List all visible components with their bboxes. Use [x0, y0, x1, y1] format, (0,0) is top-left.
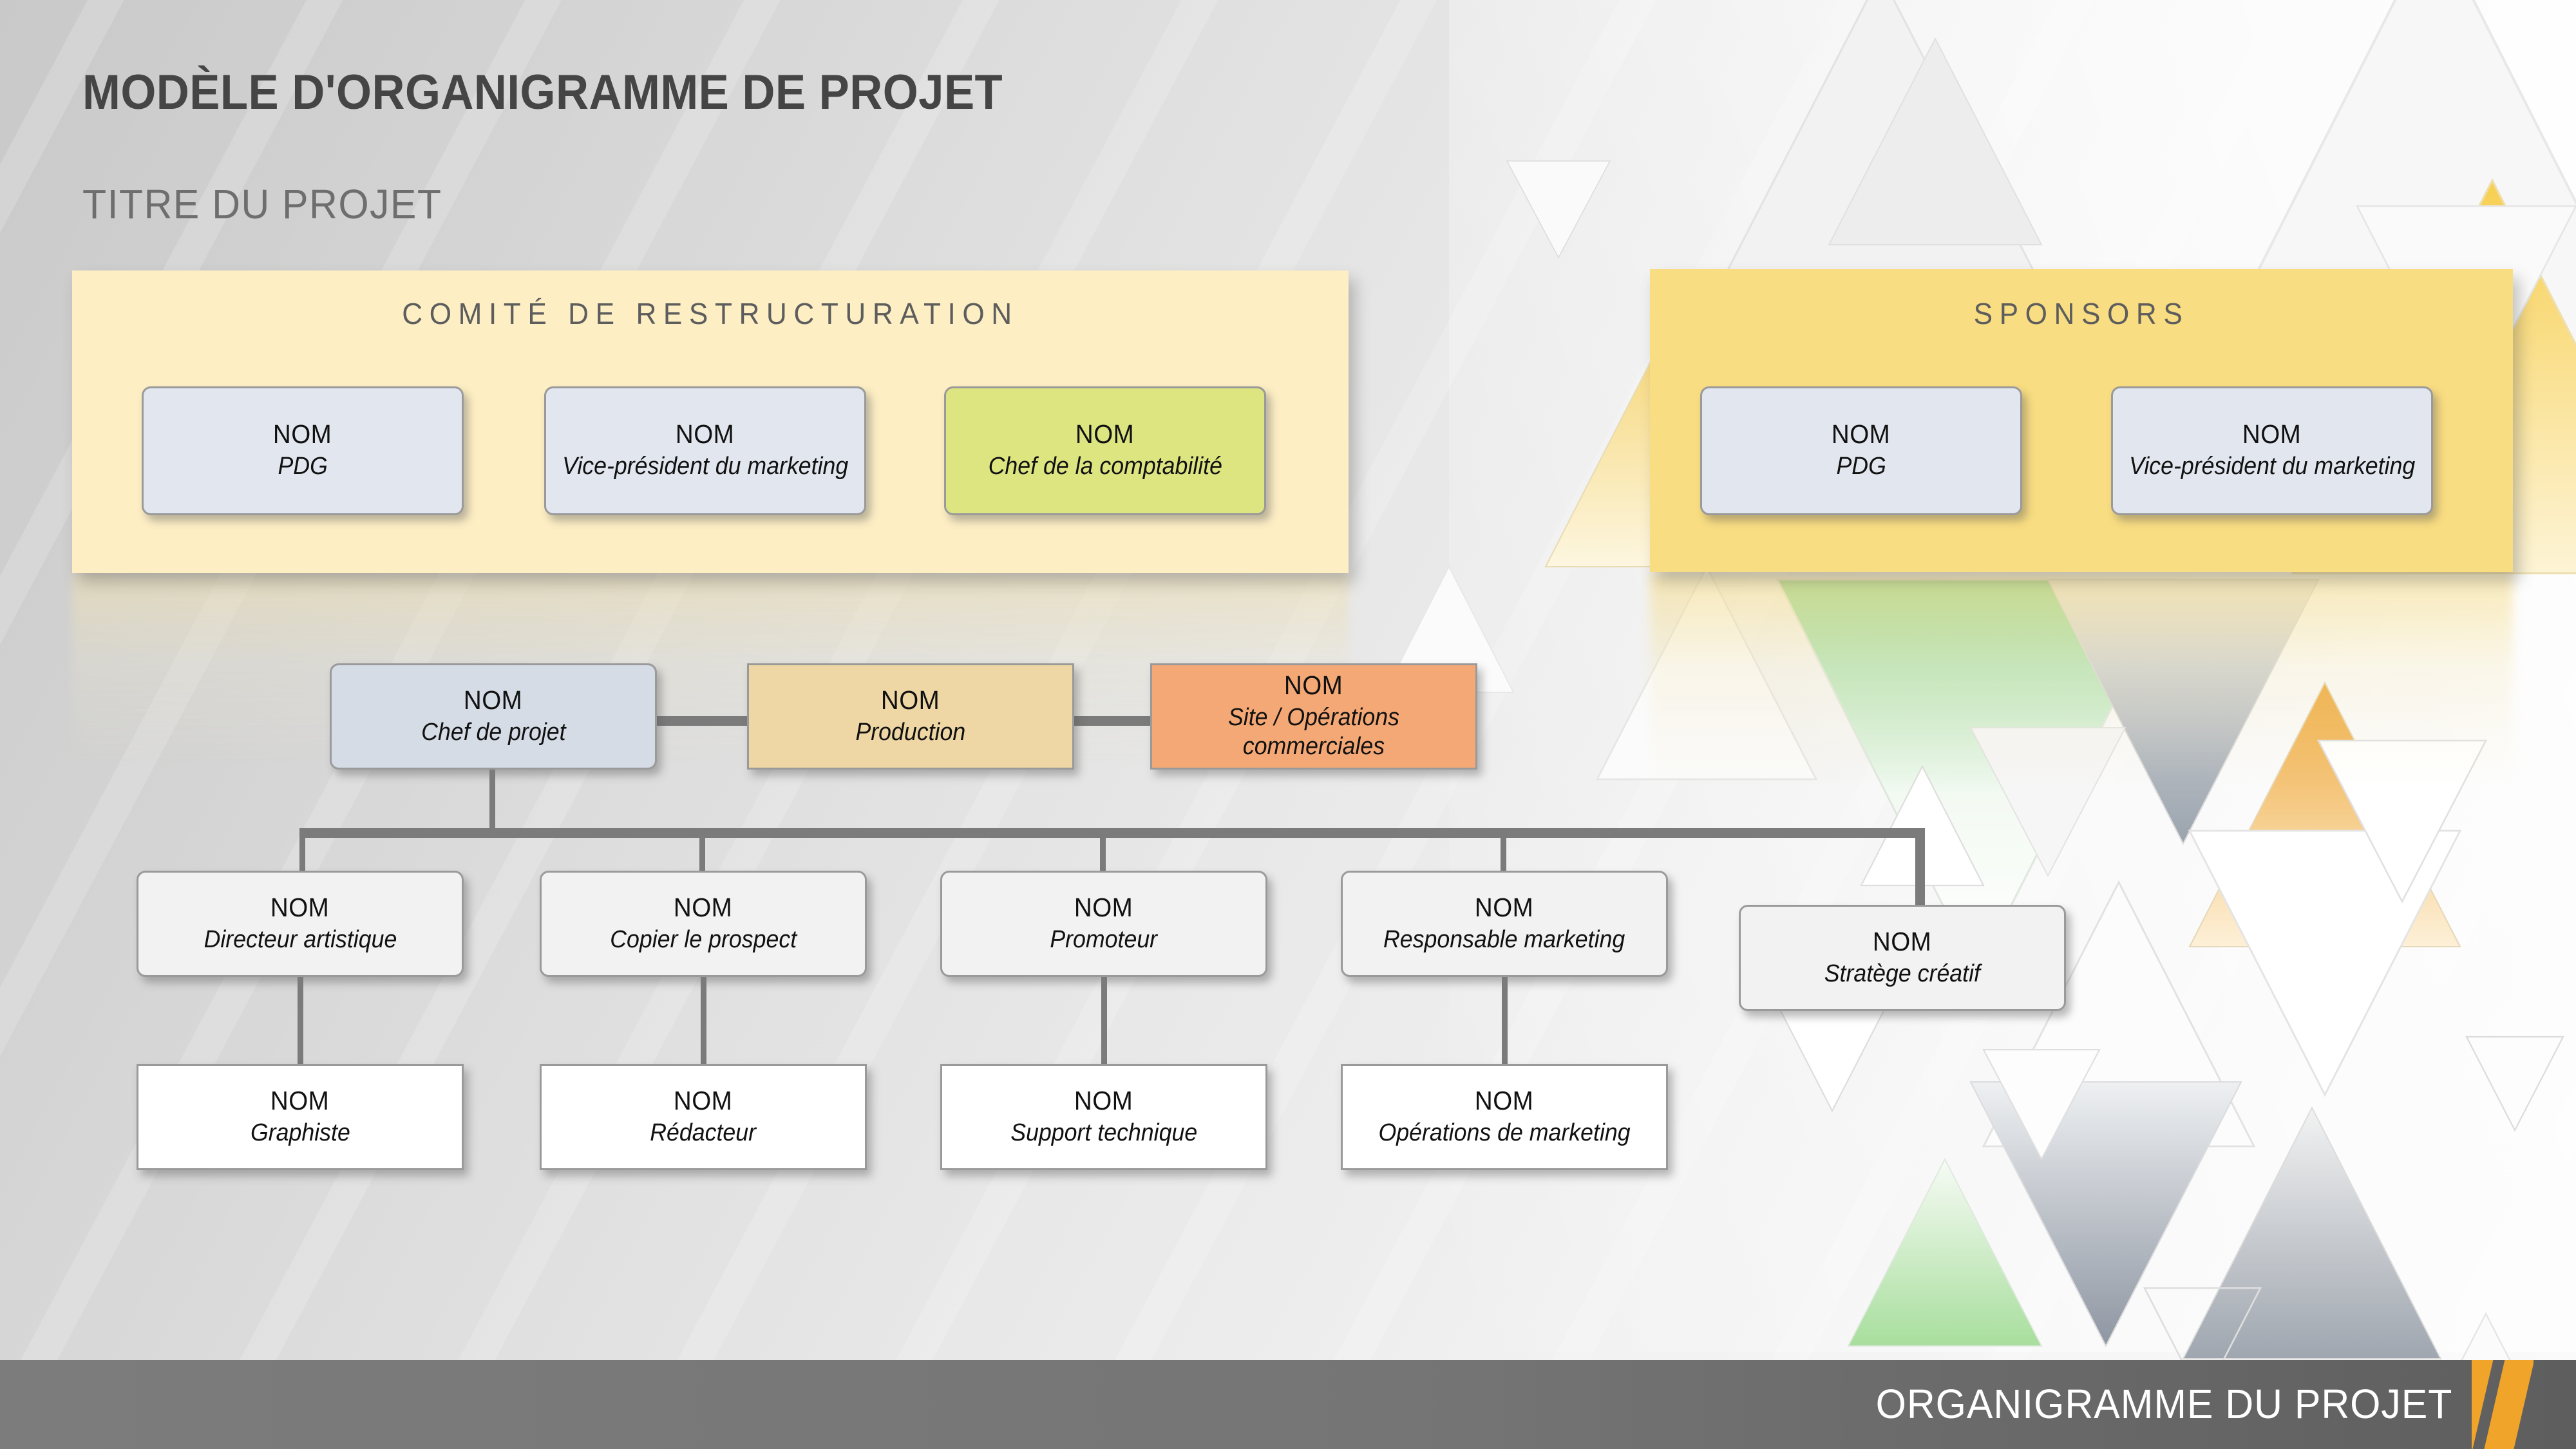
connector-lead-drop-3	[1100, 828, 1106, 872]
member-role: Responsable marketing	[1383, 925, 1625, 953]
lead-card-responsable-marketing[interactable]: NOM Responsable marketing	[1341, 871, 1668, 977]
member-name: NOM	[1475, 892, 1534, 922]
member-role: Directeur artistique	[204, 925, 397, 953]
member-role: Copier le prospect	[610, 925, 797, 953]
member-role: Vice-président du marketing	[562, 453, 849, 480]
member-name: NOM	[1074, 1085, 1133, 1115]
member-name: NOM	[270, 892, 330, 922]
connector-staff-drop-2	[701, 977, 706, 1067]
member-role: Vice-président du marketing	[2128, 453, 2416, 480]
connector-lead-drop-4	[1501, 828, 1506, 872]
sponsor-card-1[interactable]: NOM PDG	[1700, 386, 2022, 515]
member-role: Rédacteur	[650, 1119, 757, 1146]
member-role: Promoteur	[1050, 925, 1158, 953]
member-name: NOM	[2242, 419, 2302, 450]
member-role: Support technique	[1010, 1119, 1197, 1146]
member-role: Chef de la comptabilité	[988, 453, 1222, 480]
triangle-decoration-11	[1982, 1048, 2101, 1161]
member-name: NOM	[676, 419, 735, 450]
triangle-decoration-12	[2465, 1036, 2564, 1132]
member-role: Opérations de marketing	[1378, 1119, 1631, 1146]
slide-canvas: MODÈLE D'ORGANIGRAMME DE PROJET TITRE DU…	[0, 0, 2576, 1449]
sponsor-card-2[interactable]: NOM Vice-président du marketing	[2111, 386, 2433, 515]
staff-card-operations-de-marketing[interactable]: NOM Opérations de marketing	[1341, 1064, 1668, 1170]
connector-mgmt-1-2	[657, 716, 761, 726]
triangle-decoration-green-2	[1847, 1158, 2043, 1347]
footer-accent-stripe	[2472, 1360, 2533, 1449]
connector-lead-drop-5	[1915, 828, 1925, 909]
member-name: NOM	[1074, 892, 1133, 922]
connector-staff-drop-1	[298, 977, 303, 1067]
staff-card-redacteur[interactable]: NOM Rédacteur	[540, 1064, 867, 1170]
member-role: PDG	[278, 453, 328, 480]
member-name: NOM	[270, 1085, 330, 1115]
lead-card-directeur-artistique[interactable]: NOM Directeur artistique	[137, 871, 464, 977]
connector-staff-drop-3	[1101, 977, 1107, 1067]
lead-card-copier-le-prospect[interactable]: NOM Copier le prospect	[540, 871, 867, 977]
triangle-decoration-15	[1969, 727, 2126, 878]
page-subtitle: TITRE DU PROJET	[82, 181, 442, 227]
member-role: Production	[855, 718, 966, 746]
member-name: NOM	[1475, 1085, 1534, 1115]
committee-member-card-1[interactable]: NOM PDG	[142, 386, 464, 515]
member-name: NOM	[674, 892, 733, 922]
triangle-decoration-3	[1506, 160, 1611, 259]
page-title: MODÈLE D'ORGANIGRAMME DE PROJET	[82, 65, 1003, 120]
member-name: NOM	[1284, 670, 1343, 701]
member-name: NOM	[464, 685, 523, 715]
management-card-chef-de-projet[interactable]: NOM Chef de projet	[330, 663, 657, 770]
footer-label: ORGANIGRAMME DU PROJET	[1875, 1381, 2453, 1427]
connector-chef-drop	[489, 770, 495, 833]
connector-lead-drop-2	[699, 828, 705, 872]
management-card-site-operations[interactable]: NOM Site / Opérations commerciales	[1150, 663, 1477, 770]
member-role: PDG	[1836, 453, 1886, 480]
connector-leads-bus	[299, 828, 1921, 838]
staff-card-graphiste[interactable]: NOM Graphiste	[137, 1064, 464, 1170]
triangle-decoration-19	[1776, 1003, 1888, 1113]
triangle-decoration-2	[1828, 37, 2043, 245]
connector-mgmt-2-3	[1063, 716, 1151, 726]
committee-member-card-3[interactable]: NOM Chef de la comptabilité	[944, 386, 1266, 515]
triangle-decoration-17	[2316, 739, 2488, 904]
sponsors-panel-title: SPONSORS	[1973, 297, 2190, 330]
member-role: Stratège créatif	[1824, 960, 1981, 987]
member-name: NOM	[273, 419, 332, 450]
member-role: Chef de projet	[421, 718, 566, 746]
committee-panel-title: COMITÉ DE RESTRUCTURATION	[402, 297, 1019, 330]
member-name: NOM	[1832, 419, 1891, 450]
lead-card-stratege-creatif[interactable]: NOM Stratège créatif	[1739, 905, 2066, 1011]
member-name: NOM	[1075, 419, 1135, 450]
connector-staff-drop-4	[1502, 977, 1508, 1067]
committee-member-card-2[interactable]: NOM Vice-président du marketing	[544, 386, 866, 515]
member-name: NOM	[674, 1085, 733, 1115]
management-card-production[interactable]: NOM Production	[747, 663, 1074, 770]
connector-lead-drop-1	[299, 828, 305, 872]
member-role: Site / Opérations commerciales	[1227, 704, 1400, 761]
member-name: NOM	[881, 685, 940, 715]
staff-card-support-technique[interactable]: NOM Support technique	[940, 1064, 1267, 1170]
lead-card-promoteur[interactable]: NOM Promoteur	[940, 871, 1267, 977]
member-role: Graphiste	[250, 1119, 350, 1146]
member-name: NOM	[1873, 926, 1932, 956]
